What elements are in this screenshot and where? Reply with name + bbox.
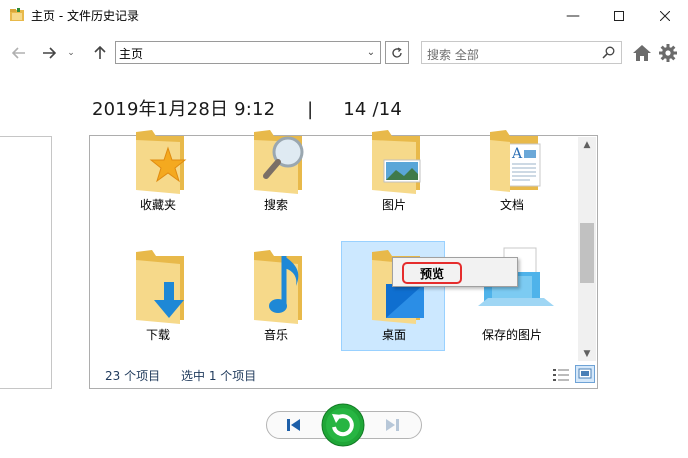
recent-locations-button[interactable]: ⌄ — [64, 42, 78, 64]
back-button[interactable] — [8, 42, 30, 64]
close-button[interactable] — [642, 0, 688, 31]
large-icons-view-button[interactable] — [575, 365, 595, 383]
item-label: 桌面 — [381, 328, 406, 342]
item-label: 下载 — [145, 328, 170, 342]
address-bar[interactable]: 主页 — [115, 41, 381, 64]
search-folder-icon — [254, 130, 304, 194]
up-button[interactable] — [90, 42, 110, 64]
file-history-icon — [10, 8, 24, 21]
status-bar: 23 个项目 选中 1 个项目 — [91, 361, 596, 387]
address-dropdown-button[interactable]: ⌄ — [360, 42, 382, 63]
gear-icon[interactable] — [658, 43, 678, 63]
next-version-icon[interactable] — [384, 416, 402, 434]
search-placeholder: 搜索 全部 — [427, 48, 479, 62]
back-arrow-icon — [12, 47, 25, 59]
folder-item-music[interactable]: 音乐 — [224, 242, 328, 352]
scroll-up-icon[interactable]: ▲ — [580, 140, 594, 150]
previous-snapshot-panel[interactable] — [0, 136, 52, 389]
forward-arrow-icon — [43, 47, 56, 59]
up-arrow-icon — [94, 46, 106, 59]
title-bar: 主页 - 文件历史记录 — — [0, 0, 688, 31]
folder-item-downloads[interactable]: 下载 — [106, 242, 210, 352]
refresh-icon — [392, 46, 402, 58]
pictures-folder-icon — [372, 130, 421, 194]
maximize-button[interactable] — [596, 0, 642, 31]
chevron-down-icon: ⌄ — [67, 48, 75, 58]
minimize-icon: — — [566, 7, 580, 24]
folder-item-favorites[interactable]: 收藏夹 — [106, 112, 210, 222]
item-label: 收藏夹 — [139, 198, 176, 212]
file-panel: 收藏夹 搜索 图片 A 文档 下载 音乐 桌面 保存的图片 ▲ ▼ 23 个项目… — [89, 130, 598, 389]
refresh-button[interactable] — [385, 41, 409, 64]
music-folder-icon — [254, 250, 302, 324]
context-menu: 预览 — [392, 257, 518, 287]
large-icons-view-icon — [578, 368, 592, 379]
search-box[interactable]: 搜索 全部 — [421, 41, 622, 64]
folder-item-searches[interactable]: 搜索 — [224, 112, 328, 222]
chevron-down-icon: ⌄ — [366, 47, 376, 58]
playback-controls — [266, 403, 422, 447]
item-label: 保存的图片 — [481, 328, 542, 342]
previous-version-icon[interactable] — [284, 416, 302, 434]
item-label: 音乐 — [263, 328, 288, 342]
item-label: 文档 — [499, 198, 524, 212]
forward-button[interactable] — [38, 42, 60, 64]
address-text: 主页 — [119, 47, 144, 61]
window-title: 主页 - 文件历史记录 — [31, 9, 139, 23]
favorites-folder-icon — [136, 130, 187, 194]
folder-item-documents[interactable]: A 文档 — [460, 112, 564, 222]
home-icon[interactable] — [632, 43, 652, 63]
search-icon — [602, 46, 615, 59]
documents-folder-icon: A — [490, 130, 541, 192]
close-icon — [660, 10, 670, 21]
item-label: 图片 — [381, 198, 406, 212]
selection-count: 选中 1 个项目 — [181, 369, 257, 383]
details-view-icon[interactable] — [553, 368, 569, 382]
scroll-down-icon[interactable]: ▼ — [580, 349, 594, 359]
restore-icon[interactable] — [320, 403, 366, 447]
downloads-folder-icon — [136, 250, 184, 324]
svg-text:A: A — [511, 146, 523, 162]
navigation-bar: ⌄ 主页 ⌄ 搜索 全部 — [0, 38, 688, 68]
scrollbar-thumb[interactable] — [580, 223, 594, 283]
minimize-button[interactable]: — — [550, 0, 596, 31]
item-label: 搜索 — [263, 198, 288, 212]
folder-item-pictures[interactable]: 图片 — [342, 112, 446, 222]
vertical-scrollbar[interactable]: ▲ ▼ — [578, 137, 596, 361]
preview-menu-item[interactable]: 预览 — [402, 262, 462, 284]
maximize-icon — [614, 10, 624, 21]
item-count: 23 个项目 — [105, 369, 161, 383]
